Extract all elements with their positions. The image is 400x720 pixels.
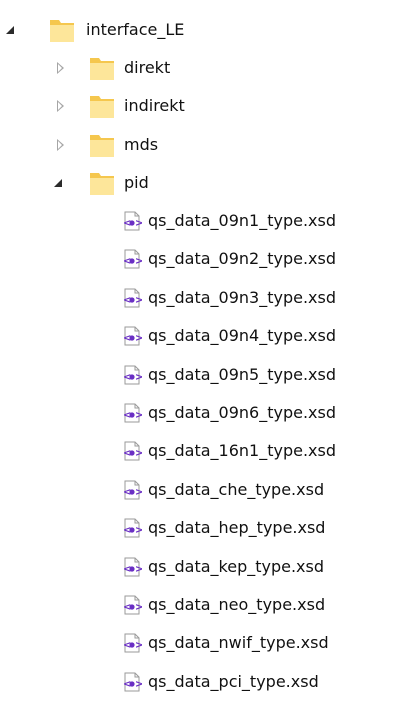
xsd-file-icon: < > — [122, 585, 146, 625]
xsd-file-icon: < > — [122, 278, 146, 318]
tree-item-label: pid — [124, 173, 149, 192]
tree-item-file[interactable]: < > qs_data_16n1_type.xsd — [0, 431, 400, 471]
tree-item-file[interactable]: < > qs_data_09n4_type.xsd — [0, 316, 400, 356]
tree-item-file[interactable]: < > qs_data_neo_type.xsd — [0, 585, 400, 625]
tree-item-label: qs_data_nwif_type.xsd — [148, 633, 329, 653]
collapsed-arrow-icon[interactable] — [50, 86, 70, 126]
tree-item-label: interface_LE — [86, 20, 185, 39]
tree-item-label: qs_data_hep_type.xsd — [148, 518, 326, 538]
svg-text:>: > — [135, 525, 142, 536]
tree-item-interface-le[interactable]: interface_LE — [0, 10, 400, 50]
xsd-file-icon: < > — [122, 431, 146, 471]
svg-text:>: > — [135, 410, 142, 421]
folder-icon — [88, 86, 116, 126]
xsd-file-icon: < > — [122, 547, 146, 587]
tree-item-file[interactable]: < > qs_data_hep_type.xsd — [0, 508, 400, 548]
tree-item-file[interactable]: < > qs_data_09n5_type.xsd — [0, 355, 400, 395]
folder-icon — [88, 48, 116, 88]
tree-item-label: qs_data_pci_type.xsd — [148, 671, 319, 691]
xsd-file-icon: < > — [122, 662, 146, 702]
tree-item-file[interactable]: < > qs_data_kep_type.xsd — [0, 547, 400, 587]
expanded-arrow-icon[interactable] — [48, 163, 68, 203]
tree-item-file[interactable]: < > qs_data_09n3_type.xsd — [0, 278, 400, 318]
tree-item-label: direkt — [124, 58, 171, 77]
collapsed-arrow-icon[interactable] — [50, 125, 70, 165]
svg-text:>: > — [135, 372, 142, 383]
svg-text:>: > — [135, 256, 142, 267]
tree-item-direkt[interactable]: direkt — [0, 48, 400, 88]
tree-item-label: qs_data_09n1_type.xsd — [148, 211, 336, 230]
tree-item-file[interactable]: < > qs_data_nwif_type.xsd — [0, 623, 400, 663]
collapsed-arrow-icon[interactable] — [50, 48, 70, 88]
tree-item-indirekt[interactable]: indirekt — [0, 86, 400, 126]
xsd-file-icon: < > — [122, 623, 146, 663]
tree-item-pid[interactable]: pid — [0, 163, 400, 203]
tree-item-label: mds — [124, 135, 159, 154]
svg-text:>: > — [135, 218, 142, 229]
tree-item-label: qs_data_che_type.xsd — [148, 479, 325, 499]
folder-icon — [48, 10, 76, 50]
expanded-arrow-icon[interactable] — [0, 10, 20, 50]
tree-item-file[interactable]: < > qs_data_che_type.xsd — [0, 470, 400, 510]
tree-item-label: qs_data_09n2_type.xsd — [148, 249, 336, 269]
tree-item-mds[interactable]: mds — [0, 125, 400, 165]
svg-text:>: > — [135, 602, 142, 613]
tree-item-label: qs_data_neo_type.xsd — [148, 595, 326, 614]
svg-text:>: > — [135, 448, 142, 459]
tree-item-file[interactable]: < > qs_data_09n2_type.xsd — [0, 239, 400, 279]
tree-item-label: qs_data_09n6_type.xsd — [148, 403, 336, 422]
tree-item-file[interactable]: < > qs_data_09n1_type.xsd — [0, 201, 400, 241]
svg-text:>: > — [135, 564, 142, 575]
xsd-file-icon: < > — [122, 470, 146, 510]
xsd-file-icon: < > — [122, 316, 146, 356]
tree-item-label: indirekt — [124, 96, 185, 115]
xsd-file-icon: < > — [122, 239, 146, 279]
folder-tree: interface_LE direkt indirekt mds pid < >… — [0, 0, 400, 720]
folder-icon — [88, 163, 116, 203]
svg-text:>: > — [135, 295, 142, 306]
xsd-file-icon: < > — [122, 355, 146, 395]
tree-item-label: qs_data_16n1_type.xsd — [148, 441, 336, 461]
svg-text:>: > — [135, 487, 142, 498]
xsd-file-icon: < > — [122, 393, 146, 433]
svg-text:>: > — [135, 640, 142, 651]
svg-text:>: > — [135, 333, 142, 344]
tree-item-file[interactable]: < > qs_data_09n6_type.xsd — [0, 393, 400, 433]
xsd-file-icon: < > — [122, 201, 146, 241]
tree-item-label: qs_data_09n3_type.xsd — [148, 287, 336, 307]
folder-icon — [88, 125, 116, 165]
tree-item-label: qs_data_09n5_type.xsd — [148, 364, 336, 384]
tree-item-label: qs_data_09n4_type.xsd — [148, 326, 336, 346]
tree-item-label: qs_data_kep_type.xsd — [148, 556, 325, 576]
xsd-file-icon: < > — [122, 508, 146, 548]
svg-text:>: > — [135, 679, 142, 690]
tree-item-file[interactable]: < > qs_data_pci_type.xsd — [0, 662, 400, 702]
